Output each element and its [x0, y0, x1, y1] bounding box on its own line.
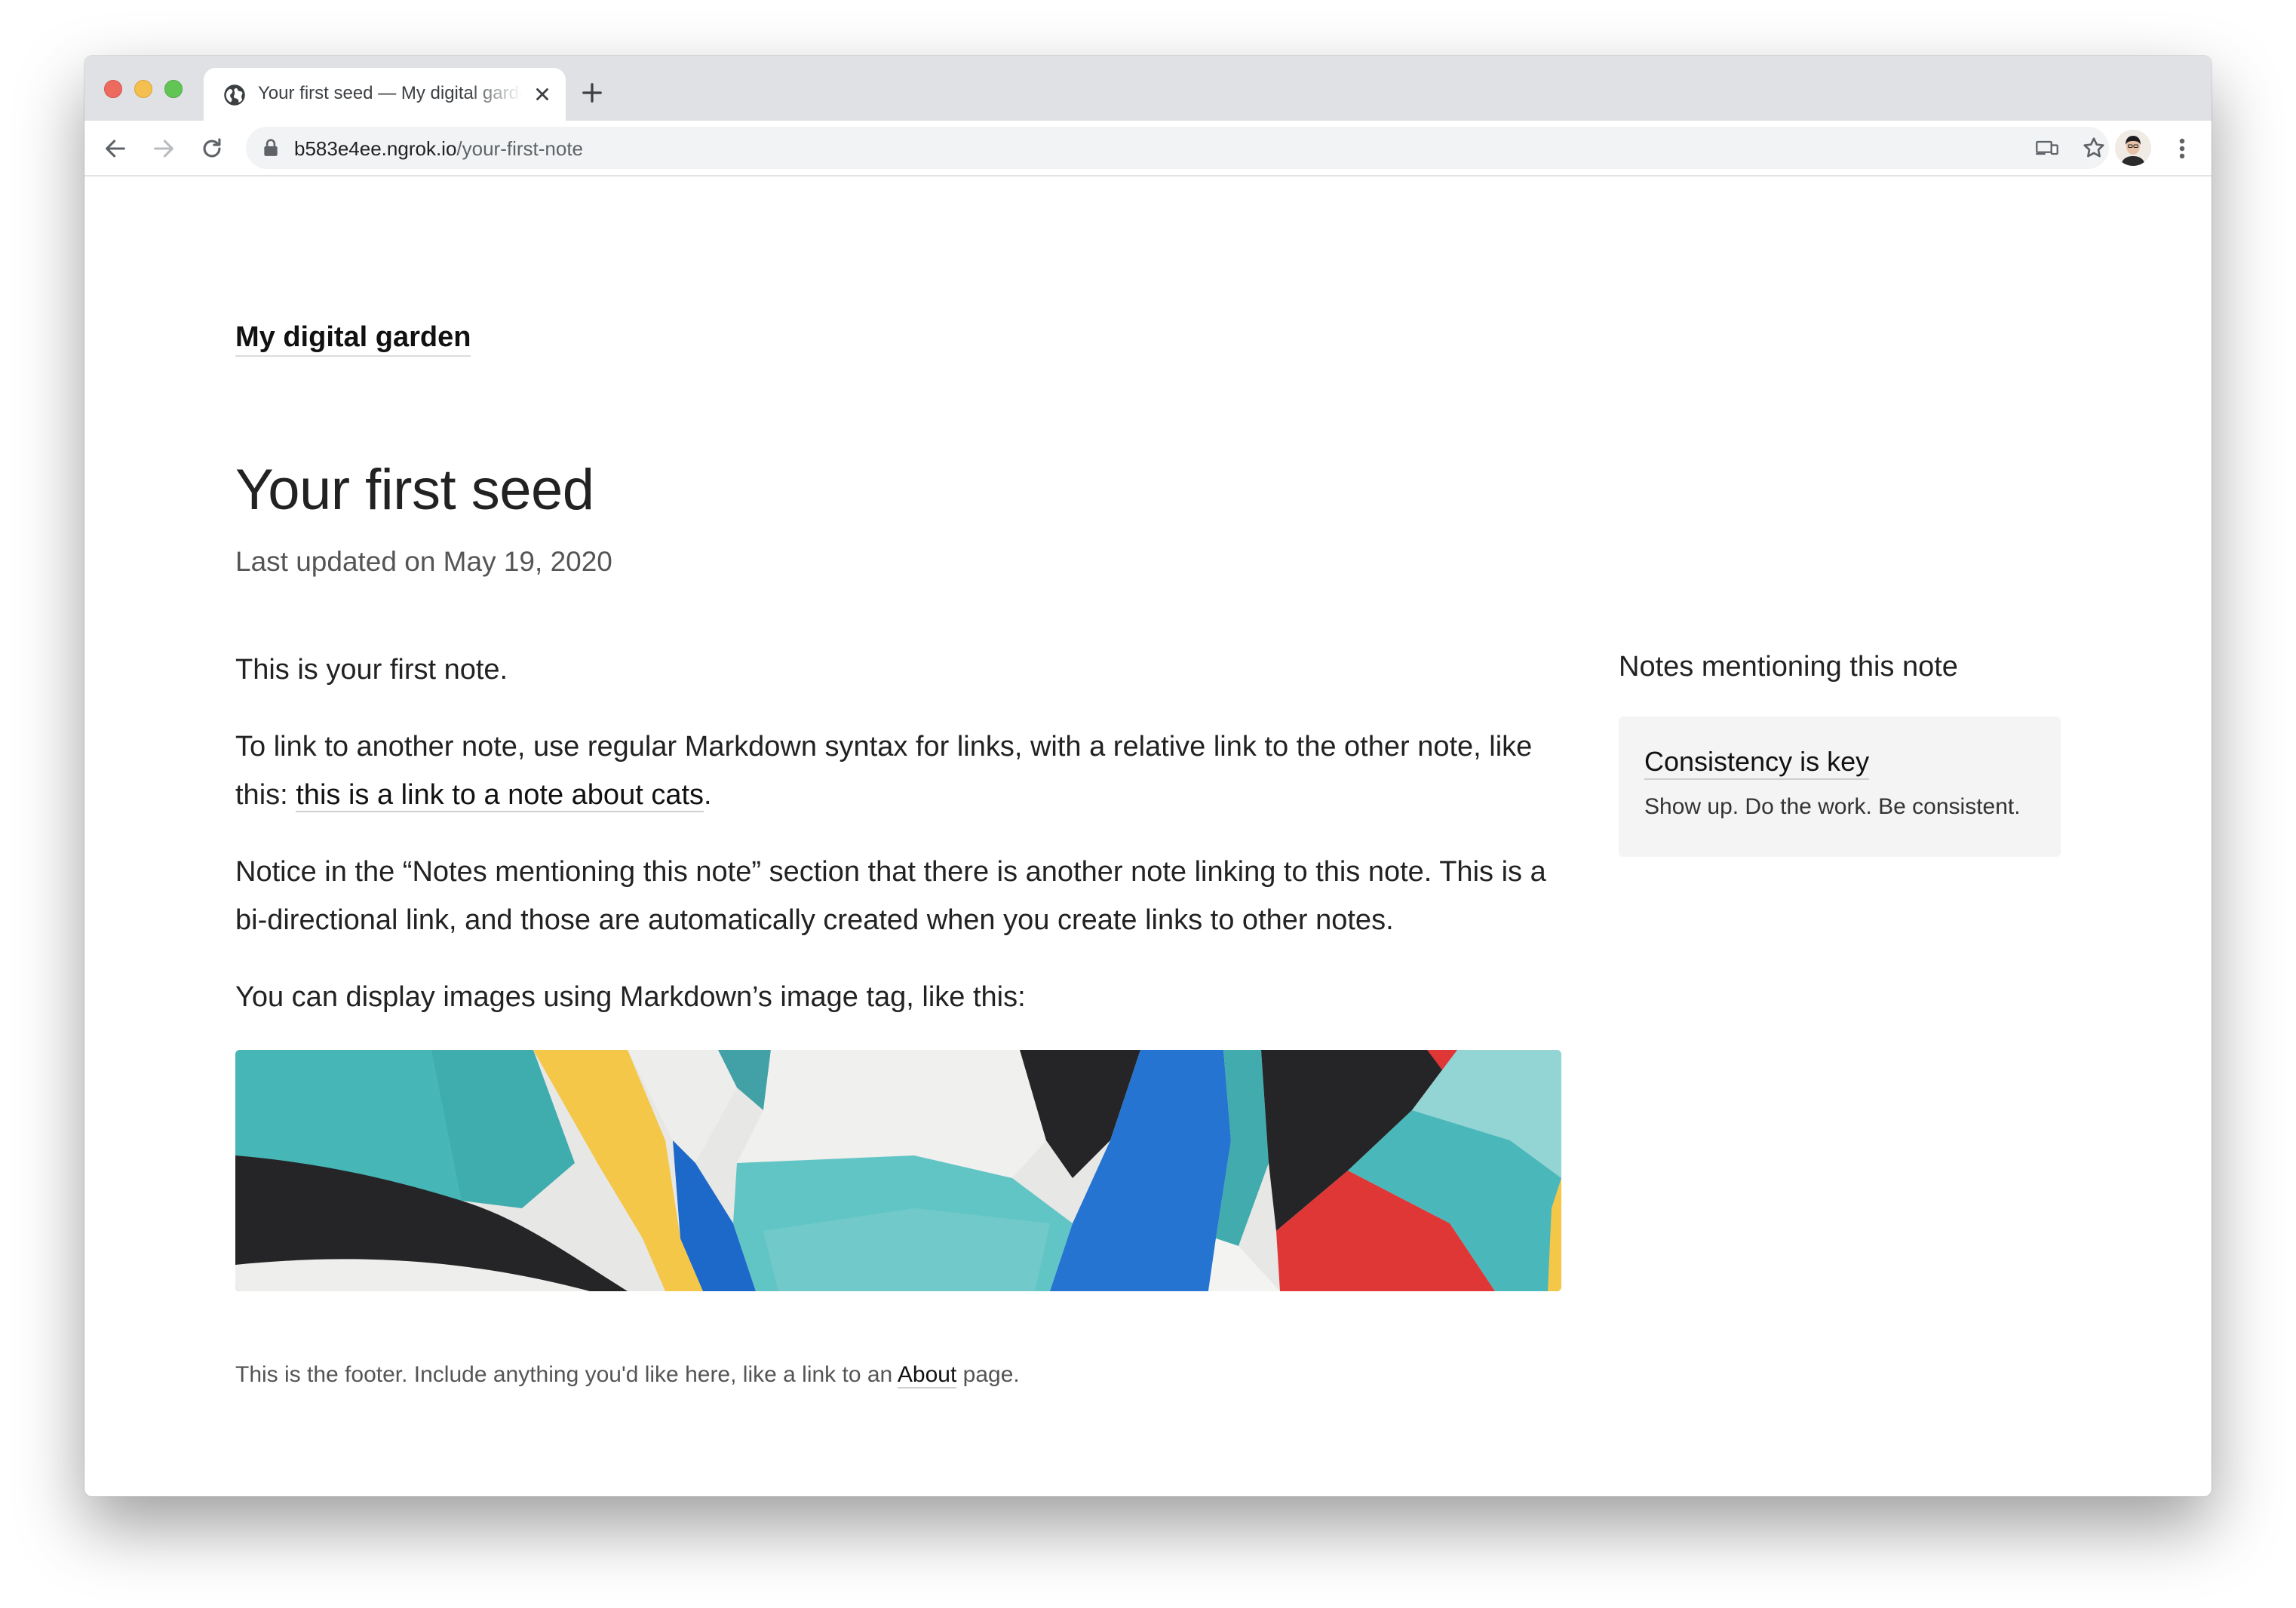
url-path: /your-first-note	[456, 137, 584, 160]
about-link[interactable]: About	[897, 1362, 957, 1389]
cats-note-link[interactable]: this is a link to a note about cats	[296, 779, 704, 812]
browser-tab[interactable]: Your first seed — My digital garden	[204, 68, 566, 121]
plus-icon[interactable]	[581, 81, 603, 104]
close-window-button[interactable]	[104, 80, 122, 98]
page-content: My digital garden Your first seed Last u…	[84, 178, 2212, 1496]
reload-icon[interactable]	[199, 136, 225, 161]
paragraph: You can display images using Markdown’s …	[235, 981, 1026, 1013]
note-body: This is your first note. To link to anot…	[235, 646, 1567, 1291]
paragraph: Notice in the “Notes mentioning this not…	[235, 856, 1546, 936]
tab-title: Your first seed — My digital garden	[258, 83, 522, 103]
footer-text: This is the footer. Include anything you…	[235, 1362, 898, 1387]
paragraph: This is your first note.	[235, 654, 508, 686]
globe-icon	[224, 84, 245, 106]
minimize-window-button[interactable]	[134, 80, 152, 98]
cast-devices-icon[interactable]	[2035, 136, 2059, 160]
footer-text: page.	[956, 1362, 1020, 1387]
zoom-window-button[interactable]	[164, 80, 183, 98]
paragraph: To link to another note, use regular Mar…	[235, 723, 1567, 819]
browser-window: Your first seed — My digital garden b583…	[84, 56, 2212, 1496]
close-icon[interactable]	[533, 84, 552, 104]
profile-photo-icon	[2115, 130, 2151, 166]
page-title: Your first seed	[235, 458, 594, 522]
forward-arrow-icon[interactable]	[151, 136, 176, 161]
tab-strip: Your first seed — My digital garden	[84, 56, 2212, 121]
profile-avatar[interactable]	[2115, 130, 2151, 166]
back-arrow-icon[interactable]	[103, 136, 128, 161]
backlink-title-link[interactable]: Consistency is key	[1644, 745, 1870, 780]
page-footer: This is the footer. Include anything you…	[235, 1362, 1020, 1389]
last-updated: Last updated on May 19, 2020	[235, 546, 612, 577]
url-host: b583e4ee.ngrok.io	[294, 137, 457, 160]
more-menu-icon[interactable]	[2171, 136, 2193, 161]
backlink-excerpt: Show up. Do the work. Be consistent.	[1644, 794, 2021, 819]
url-text[interactable]: b583e4ee.ngrok.io/your-first-note	[294, 137, 583, 161]
paragraph-text: .	[704, 779, 712, 811]
address-bar[interactable]: b583e4ee.ngrok.io/your-first-note	[246, 127, 2109, 169]
star-bookmark-icon[interactable]	[2082, 136, 2106, 160]
browser-toolbar: b583e4ee.ngrok.io/your-first-note	[84, 121, 2212, 176]
mural-image	[235, 1050, 1561, 1291]
backlink-card[interactable]: Consistency is key Show up. Do the work.…	[1619, 717, 2061, 857]
site-title-link[interactable]: My digital garden	[235, 321, 471, 357]
backlinks-heading: Notes mentioning this note	[1619, 651, 1958, 683]
backlinks-panel: Notes mentioning this note Consistency i…	[1619, 651, 2061, 857]
lock-icon[interactable]	[262, 138, 279, 158]
